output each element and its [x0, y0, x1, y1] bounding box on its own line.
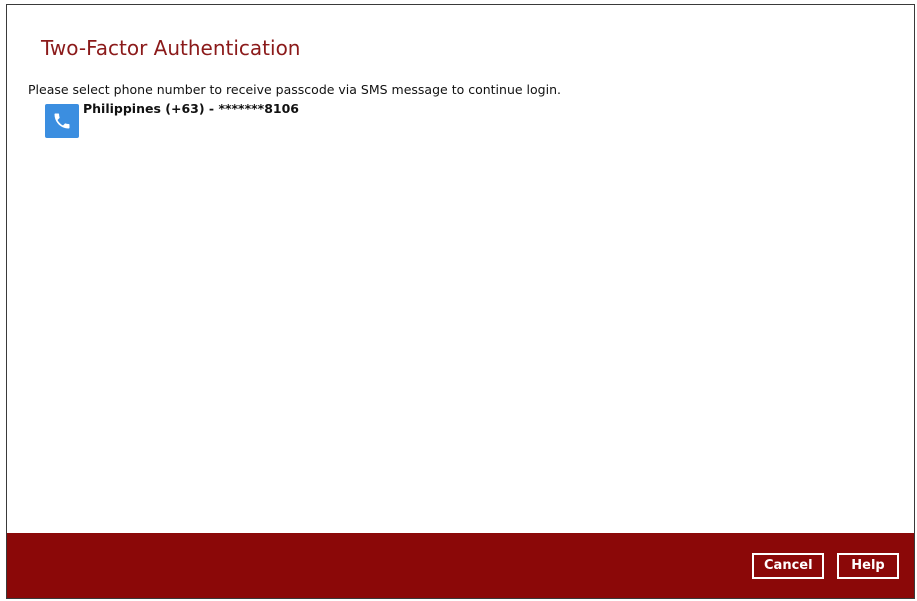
- cancel-button[interactable]: Cancel: [752, 553, 824, 579]
- phone-option-philippines[interactable]: Philippines (+63) - *******8106: [45, 102, 299, 138]
- phone-option-label: Philippines (+63) - *******8106: [83, 101, 299, 116]
- two-factor-dialog: Two-Factor Authentication Please select …: [6, 4, 915, 599]
- page-title: Two-Factor Authentication: [41, 36, 301, 60]
- instruction-text: Please select phone number to receive pa…: [28, 82, 561, 97]
- footer-bar: Cancel Help: [7, 533, 914, 598]
- phone-icon: [45, 104, 79, 138]
- help-button[interactable]: Help: [837, 553, 899, 579]
